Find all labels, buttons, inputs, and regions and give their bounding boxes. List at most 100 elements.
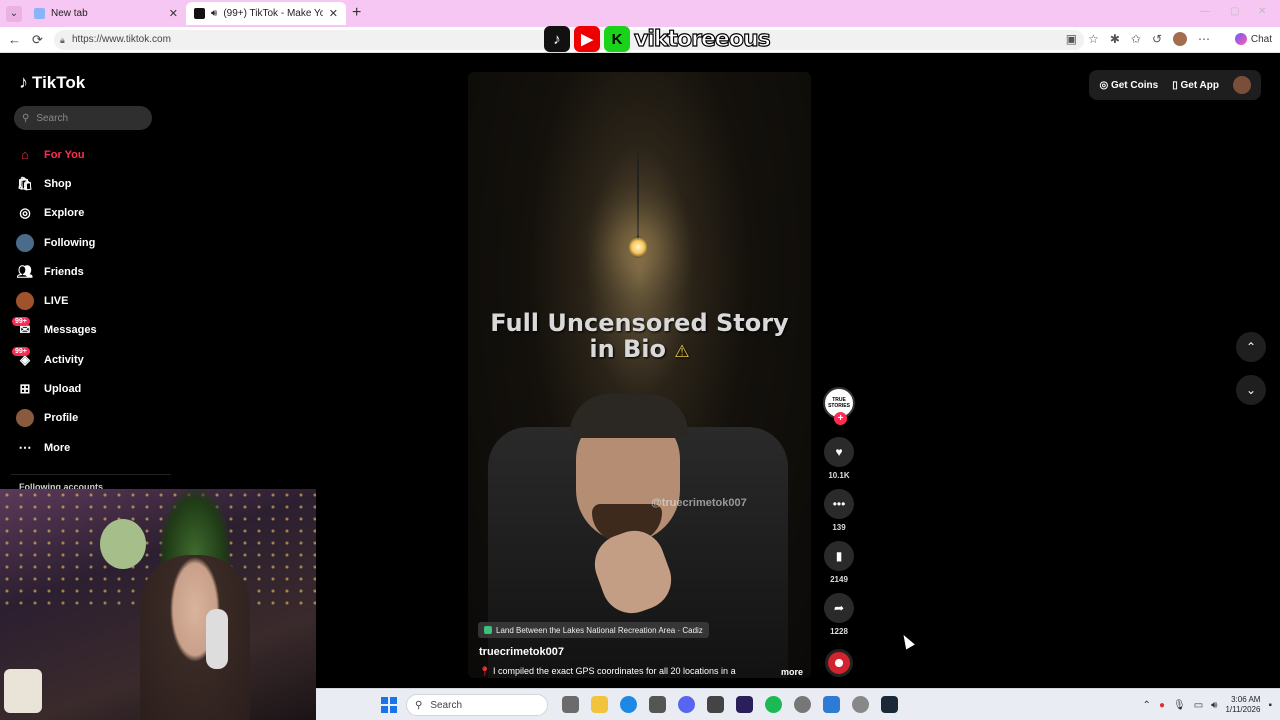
tab-tiktok[interactable]: 🔊︎ (99+) TikTok - Make Your Day ✕	[186, 2, 346, 25]
maximize-icon[interactable]: ▢	[1230, 6, 1239, 17]
task-view-icon[interactable]	[562, 696, 579, 713]
sidebar-item-messages[interactable]: ✉ 99+ Messages	[12, 316, 164, 345]
video-author[interactable]: truecrimetok007	[479, 646, 564, 658]
upload-icon: ⊞	[19, 381, 31, 397]
sidebar-item-upload[interactable]: ⊞ Upload	[14, 374, 164, 403]
new-tab-button[interactable]: +	[352, 4, 361, 22]
sidebar-item-more[interactable]: ⋯ More	[14, 433, 164, 462]
sidebar-item-label: More	[44, 441, 71, 454]
site-info-icon[interactable]: 🔒︎	[60, 30, 65, 50]
network-icon[interactable]: ▭	[1194, 700, 1203, 711]
get-coins-label: Get Coins	[1110, 79, 1159, 91]
sidebar-item-shop[interactable]: 🛍︎ Shop	[14, 169, 164, 198]
history-icon[interactable]: ↺	[1152, 32, 1162, 46]
sidebar-item-friends[interactable]: 👥︎ Friends	[14, 257, 164, 286]
extensions-icon[interactable]: ✱	[1110, 32, 1120, 46]
follow-plus-icon[interactable]: +	[834, 412, 847, 425]
discord-icon[interactable]	[678, 696, 695, 713]
file-explorer-icon[interactable]	[591, 696, 608, 713]
get-app-button[interactable]: ▯ Get App	[1172, 80, 1219, 91]
next-video-button[interactable]: ⌄	[1236, 375, 1266, 405]
favorites-icon[interactable]: ✩	[1131, 32, 1141, 46]
edge-icon[interactable]	[620, 696, 637, 713]
sidebar-item-label: For You	[44, 148, 85, 161]
compass-icon: ◎	[19, 205, 31, 221]
stream-overlay-logo: ♪ ▶ K viktoreeous	[544, 24, 771, 54]
profile-icon	[16, 409, 34, 428]
bookmark-icon[interactable]: ▮	[824, 541, 854, 571]
tab-actions-menu-icon[interactable]: ⌄	[6, 6, 22, 22]
video-watermark: @truecrimetok007	[651, 497, 747, 509]
app-icon[interactable]	[707, 696, 724, 713]
volume-icon[interactable]: 🔊︎	[1211, 700, 1217, 711]
spotify-icon[interactable]	[765, 696, 782, 713]
back-icon[interactable]: ←	[8, 32, 21, 47]
get-coins-button[interactable]: ◎ Get Coins	[1099, 80, 1158, 91]
sidebar-item-activity[interactable]: ◈ 99+ Activity	[12, 345, 164, 374]
comment-action[interactable]: ••• 139	[822, 489, 856, 537]
browser-toolbar-icons: ▣ ☆ ✱ ✩ ↺ ⋯	[1066, 32, 1210, 46]
heart-icon[interactable]: ♥	[824, 437, 854, 467]
sidebar-item-label: Messages	[44, 324, 97, 337]
tray-chevron-icon[interactable]: ⌃	[1143, 700, 1151, 711]
sound-disc-icon[interactable]	[825, 649, 853, 677]
url-text: https://www.tiktok.com	[72, 34, 171, 45]
copilot-chat-button[interactable]: Chat	[1234, 33, 1272, 45]
windows-start-icon[interactable]	[381, 697, 397, 713]
close-tab-icon[interactable]: ✕	[329, 7, 338, 20]
sidebar-item-label: Explore	[44, 207, 85, 220]
obs-icon[interactable]	[794, 696, 811, 713]
favorite-star-icon[interactable]: ☆	[1088, 32, 1099, 46]
close-tab-icon[interactable]: ✕	[169, 7, 178, 20]
user-avatar[interactable]	[1233, 76, 1251, 94]
taskbar-clock[interactable]: 3:06 AM 1/11/2026	[1225, 695, 1260, 715]
tiktok-logo[interactable]: ♪ TikTok	[19, 72, 85, 93]
sidebar-item-for-you[interactable]: ⌂ For You	[14, 140, 164, 169]
location-tag[interactable]: Land Between the Lakes National Recreati…	[478, 622, 709, 638]
notification-icon[interactable]: ▪	[1268, 700, 1272, 711]
creator-avatar[interactable]: TRUE STORIES +	[823, 387, 855, 425]
video-player[interactable]: Full Uncensored Story in Bio ⚠ @truecrim…	[468, 72, 811, 678]
chat-label: Chat	[1250, 33, 1272, 45]
tab-new-tab[interactable]: New tab ✕	[26, 2, 186, 25]
video-frame-wire	[637, 152, 639, 242]
settings-more-icon[interactable]: ⋯	[1198, 32, 1210, 46]
chevron-up-icon: ⌃	[1245, 340, 1257, 354]
store-icon[interactable]	[649, 696, 666, 713]
taskbar-search[interactable]: ⚲ Search	[406, 694, 548, 716]
share-action[interactable]: ➦ 1228	[822, 593, 856, 641]
sidebar-item-live[interactable]: LIVE	[14, 286, 164, 315]
sidebar-item-profile[interactable]: Profile	[14, 404, 164, 433]
search-icon: ⚲	[22, 112, 30, 124]
close-window-icon[interactable]: ✕	[1258, 6, 1266, 17]
settings-icon[interactable]	[852, 696, 869, 713]
microphone-icon[interactable]: 🎙︎	[1173, 700, 1186, 711]
tray-app-icon[interactable]: ●	[1159, 700, 1165, 711]
tiktok-logo-icon: ♪	[544, 26, 570, 52]
search-input[interactable]: ⚲ Search	[14, 106, 152, 130]
home-icon: ⌂	[21, 147, 29, 163]
reload-icon[interactable]: ⟳	[32, 32, 43, 48]
taskbar-apps	[562, 696, 898, 713]
like-action[interactable]: ♥ 10.1K	[822, 437, 856, 485]
taskbar-search-label: Search	[430, 699, 463, 711]
browser-profile-avatar[interactable]	[1173, 32, 1187, 46]
minimize-icon[interactable]: —	[1200, 6, 1210, 17]
previous-video-button[interactable]: ⌃	[1236, 332, 1266, 362]
comment-icon[interactable]: •••	[824, 489, 854, 519]
save-action[interactable]: ▮ 2149	[822, 541, 856, 589]
sidebar-item-label: Upload	[44, 383, 82, 396]
steam-icon[interactable]	[881, 696, 898, 713]
photos-icon[interactable]	[823, 696, 840, 713]
split-screen-icon[interactable]: ▣	[1066, 32, 1077, 46]
new-tab-favicon-icon	[34, 8, 45, 19]
sidebar-item-label: LIVE	[44, 295, 69, 308]
share-icon[interactable]: ➦	[824, 593, 854, 623]
more-link[interactable]: more	[781, 667, 803, 677]
sidebar-item-explore[interactable]: ◎ Explore	[14, 199, 164, 228]
creator-avatar-text: TRUE STORIES	[828, 397, 850, 409]
webcam-overlay	[0, 489, 316, 720]
sidebar-item-following[interactable]: Following	[14, 228, 164, 257]
premiere-icon[interactable]	[736, 696, 753, 713]
speaker-icon[interactable]: 🔊︎	[211, 8, 217, 19]
